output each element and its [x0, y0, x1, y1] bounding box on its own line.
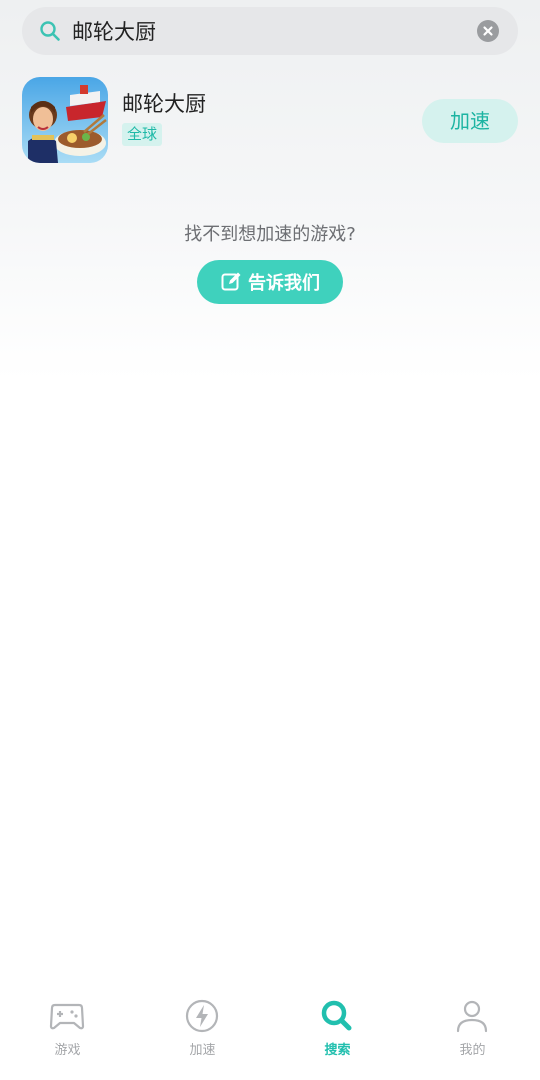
- gamepad-icon: [49, 1003, 85, 1030]
- game-title: 邮轮大厨: [122, 92, 206, 116]
- tab-accelerate[interactable]: 加速: [135, 990, 270, 1080]
- tell-us-button[interactable]: 告诉我们: [197, 260, 343, 304]
- clear-icon[interactable]: [477, 20, 499, 42]
- person-icon: [456, 1000, 488, 1033]
- tab-label: 游戏: [54, 1043, 81, 1058]
- tab-me[interactable]: 我的: [405, 990, 540, 1080]
- search-input[interactable]: [72, 7, 472, 55]
- lightning-icon: [185, 999, 219, 1033]
- tell-us-label: 告诉我们: [248, 273, 320, 294]
- tab-search[interactable]: 搜索: [270, 990, 405, 1080]
- tab-label: 搜索: [324, 1043, 351, 1058]
- not-found-text: 找不到想加速的游戏?: [184, 224, 356, 245]
- tab-label: 加速: [189, 1043, 216, 1058]
- search-bar[interactable]: [22, 7, 518, 55]
- game-result-row[interactable]: 邮轮大厨 全球 加速: [0, 72, 540, 172]
- accelerate-button[interactable]: 加速: [422, 99, 518, 143]
- tab-games[interactable]: 游戏: [0, 990, 135, 1080]
- tab-label: 我的: [459, 1043, 486, 1058]
- edit-icon: [221, 272, 241, 291]
- game-icon[interactable]: [22, 77, 108, 163]
- bottom-tab-bar: 游戏 加速 搜索 我的: [0, 990, 540, 1080]
- search-icon: [321, 1000, 352, 1031]
- region-badge: 全球: [122, 123, 163, 146]
- search-icon: [40, 21, 60, 41]
